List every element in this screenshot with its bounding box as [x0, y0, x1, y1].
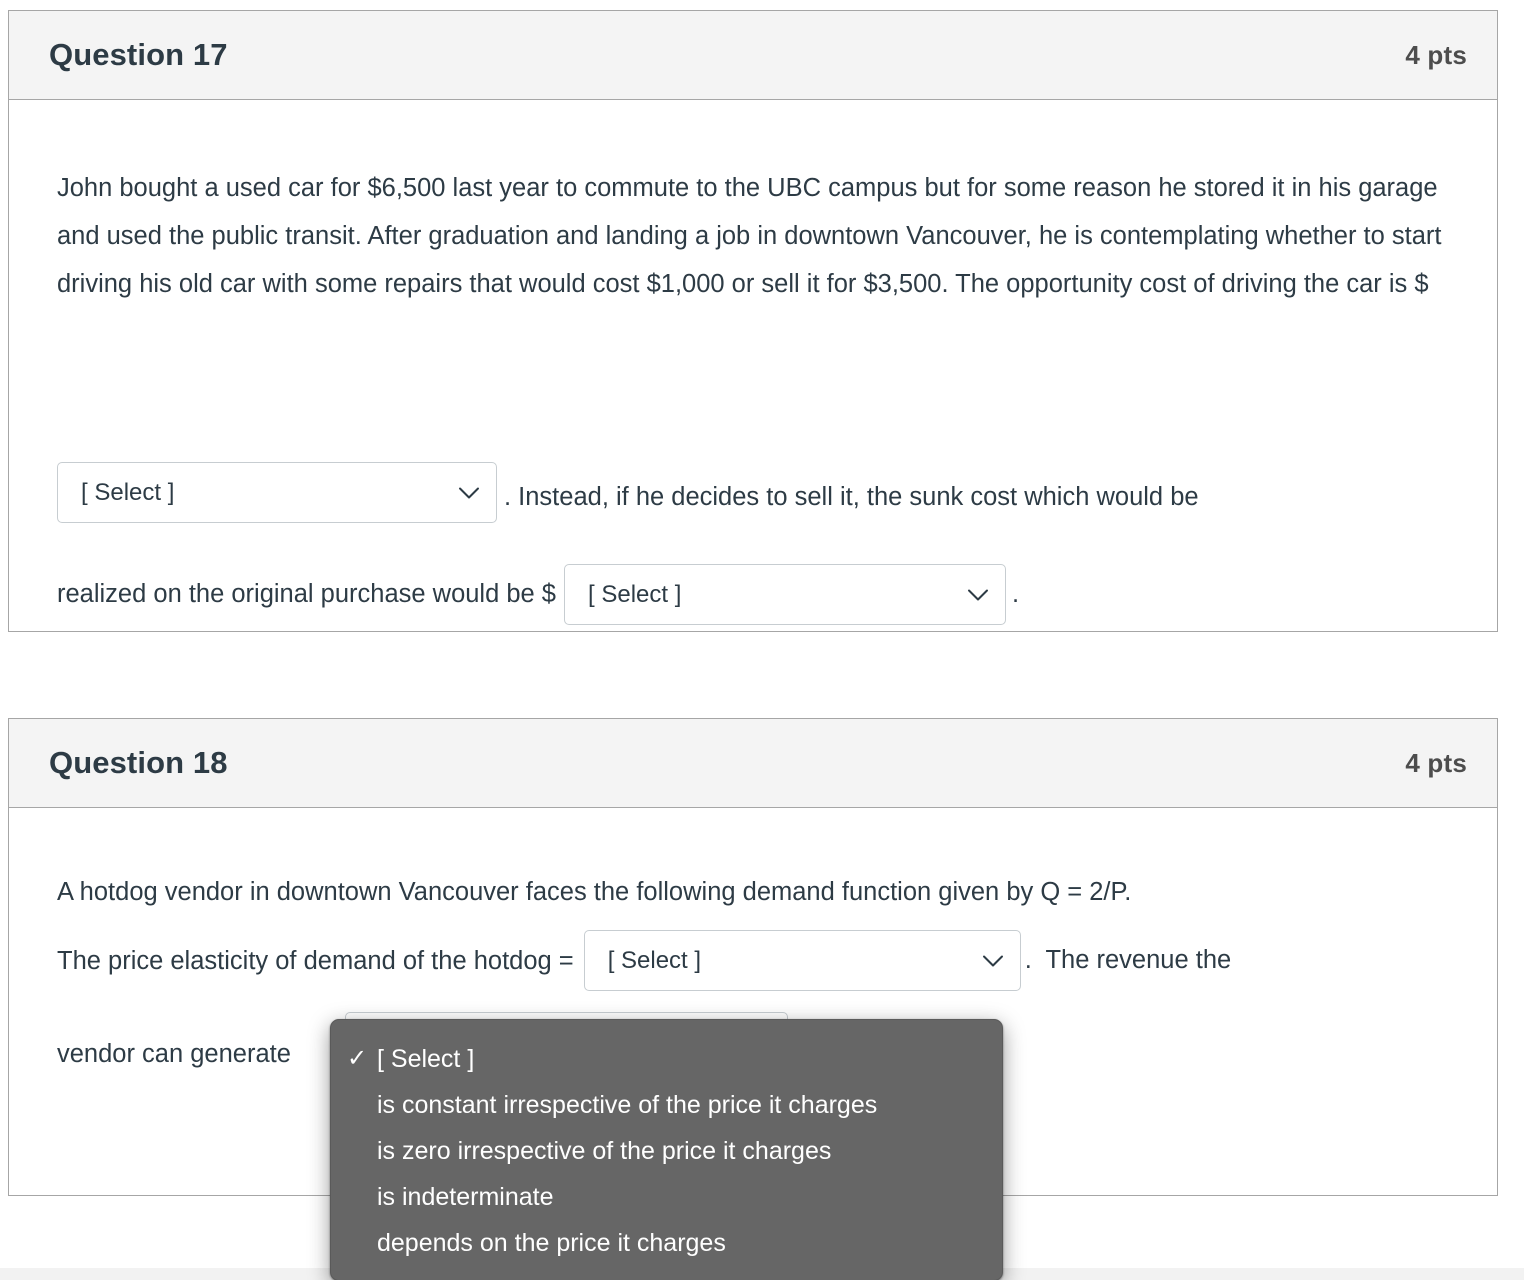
q17-line-realized: realized on the original purchase would … [57, 564, 1019, 625]
dropdown-option-label: is indeterminate [377, 1182, 554, 1211]
dropdown-option[interactable]: is zero irrespective of the price it cha… [331, 1128, 1002, 1174]
q17-text-after-select-a: . Instead, if he decides to sell it, the… [504, 483, 1199, 511]
dropdown-option[interactable]: ✓ [ Select ] [331, 1036, 1002, 1082]
check-icon-placeholder [347, 1231, 377, 1255]
q18-text-before-select-a: The price elasticity of demand of the ho… [57, 946, 574, 975]
question-points-17: 4 pts [1405, 39, 1467, 70]
q18-line-revenue: vendor can generate [57, 1030, 291, 1078]
chevron-down-icon [458, 486, 480, 499]
question-title-17: Question 17 [49, 37, 228, 72]
chevron-down-icon [982, 954, 1004, 967]
dropdown-option[interactable]: is indeterminate [331, 1174, 1002, 1220]
quiz-page: Question 17 4 pts John bought a used car… [0, 0, 1524, 1280]
chevron-down-icon [967, 588, 989, 601]
q18-select-a-value: [ Select ] [607, 946, 702, 974]
check-icon: ✓ [347, 1045, 368, 1072]
q18-line-elasticity: The price elasticity of demand of the ho… [57, 930, 1231, 991]
q18-select-a[interactable]: [ Select ] [583, 930, 1021, 991]
q17-select-b-value: [ Select ] [588, 580, 682, 608]
q18-text-after-select-a: . The revenue the [1024, 946, 1232, 974]
q18-text-before-select-b: vendor can generate [57, 1040, 291, 1068]
dropdown-option-label: is zero irrespective of the price it cha… [377, 1136, 832, 1165]
question-text-18-line1: A hotdog vendor in downtown Vancouver fa… [57, 878, 1132, 906]
dropdown-option[interactable]: depends on the price it charges [331, 1220, 1002, 1266]
question-text-17: John bought a used car for $6,500 last y… [57, 174, 1442, 298]
q17-text-before-select-b: realized on the original purchase would … [57, 580, 556, 608]
q17-select-a-value: [ Select ] [81, 478, 175, 506]
question-header-17: Question 17 4 pts [9, 11, 1497, 100]
q17-select-b[interactable]: [ Select ] [564, 564, 1006, 625]
q17-select-a[interactable]: [ Select ] [57, 462, 497, 523]
dropdown-option[interactable]: is constant irrespective of the price it… [331, 1082, 1002, 1128]
dropdown-option-label: [ Select ] [377, 1044, 475, 1073]
question-body-17: John bought a used car for $6,500 last y… [9, 100, 1497, 630]
dropdown-option-label: depends on the price it charges [377, 1228, 726, 1257]
question-card-17: Question 17 4 pts John bought a used car… [8, 10, 1498, 632]
check-icon-placeholder [347, 1185, 377, 1209]
check-icon-placeholder [347, 1093, 377, 1117]
question-points-18: 4 pts [1405, 747, 1467, 778]
q18-select-b-dropdown[interactable]: ✓ [ Select ] is constant irrespective of… [330, 1019, 1003, 1280]
dropdown-option-label: is constant irrespective of the price it… [377, 1090, 878, 1119]
check-icon-placeholder [347, 1139, 377, 1163]
question-title-18: Question 18 [49, 745, 228, 780]
q17-text-after-select-b: . [1012, 580, 1020, 608]
question-header-18: Question 18 4 pts [9, 719, 1497, 808]
